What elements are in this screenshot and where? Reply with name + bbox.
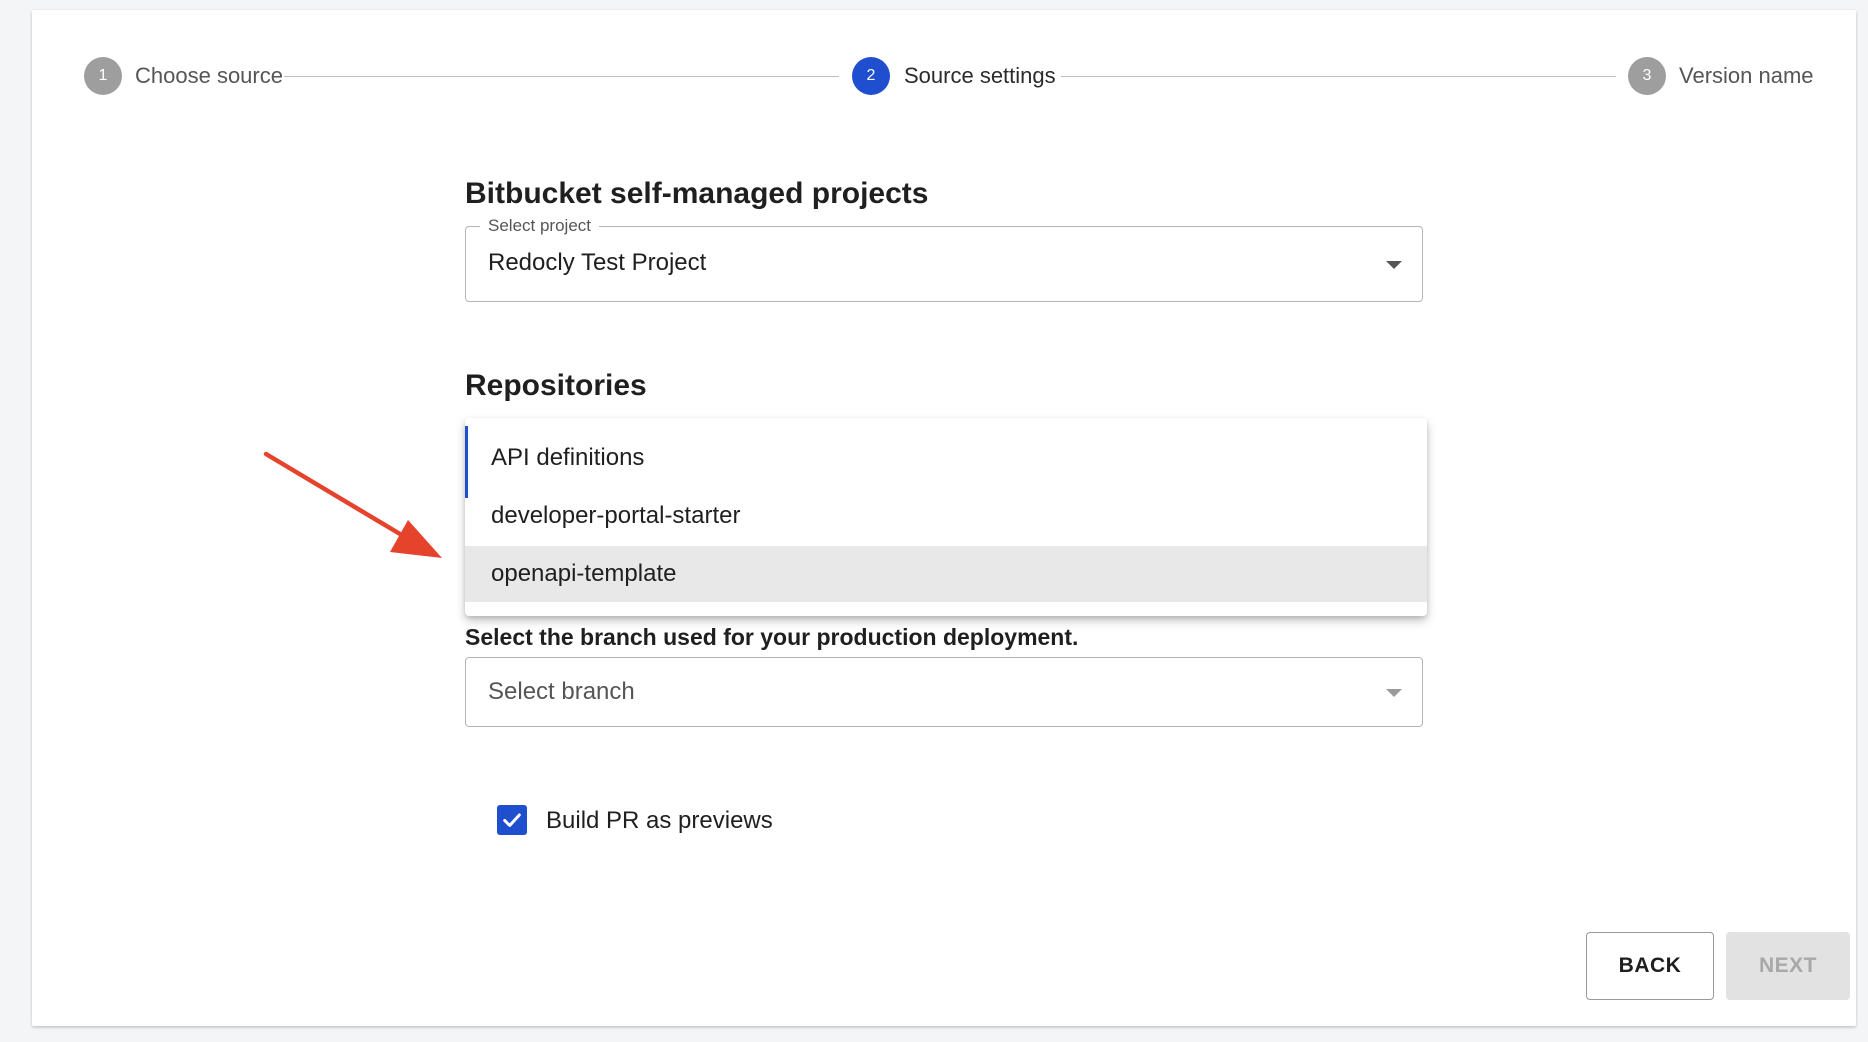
step-2-circle: 2 (852, 57, 890, 95)
red-arrow-icon (263, 451, 442, 558)
repositories-dropdown-menu: API definitions developer-portal-starter… (465, 418, 1427, 616)
back-button[interactable]: BACK (1586, 932, 1714, 1000)
step-1-circle: 1 (84, 57, 122, 95)
repositories-heading: Repositories (465, 369, 647, 402)
next-button[interactable]: NEXT (1726, 932, 1850, 1000)
branch-label: Select the branch used for your producti… (465, 624, 1079, 650)
step-1-label: Choose source (135, 63, 283, 88)
build-pr-previews-label[interactable]: Build PR as previews (546, 806, 773, 836)
check-icon (503, 813, 521, 827)
projects-heading: Bitbucket self-managed projects (465, 177, 929, 210)
step-connector-1 (284, 76, 839, 77)
step-3-circle: 3 (1628, 57, 1666, 95)
repository-option-api-definitions[interactable]: API definitions (465, 430, 1427, 486)
caret-down-icon (1386, 261, 1402, 269)
project-select-value: Redocly Test Project (488, 249, 707, 276)
branch-select-placeholder: Select branch (488, 678, 635, 705)
caret-down-icon (1386, 689, 1402, 697)
branch-select[interactable]: Select branch (465, 657, 1423, 727)
project-select-label: Select project (480, 215, 599, 237)
repository-option-openapi-template[interactable]: openapi-template (465, 546, 1427, 602)
step-2-label: Source settings (904, 63, 1056, 88)
step-3-label: Version name (1679, 63, 1814, 88)
step-connector-2 (1061, 76, 1616, 77)
project-select[interactable]: Select project Redocly Test Project (465, 215, 1423, 302)
build-pr-previews-checkbox[interactable] (497, 805, 527, 835)
stepper: 1 Choose source 2 Source settings 3 Vers… (32, 10, 1856, 130)
repository-option-developer-portal-starter[interactable]: developer-portal-starter (465, 488, 1427, 544)
